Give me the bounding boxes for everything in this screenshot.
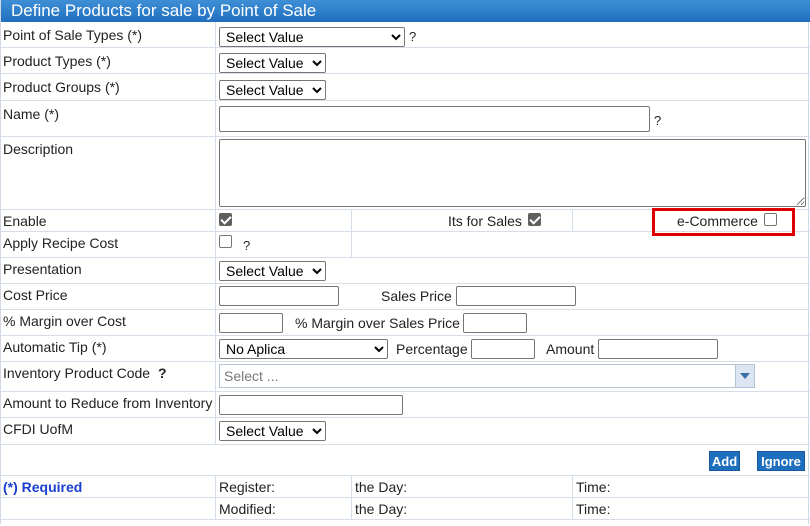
row-cfdi-uofm: CFDI UofM Select Value — [1, 418, 810, 445]
pos-types-label: Point of Sale Types (*) — [3, 27, 143, 43]
required-note: (*) Required — [3, 479, 83, 495]
row-prices: Cost Price Sales Price — [1, 284, 810, 310]
apply-recipe-cost-label: Apply Recipe Cost — [3, 235, 119, 251]
product-types-select[interactable]: Select Value — [219, 53, 326, 73]
cfdi-uofm-label: CFDI UofM — [3, 421, 73, 437]
register-day-label: the Day: — [355, 479, 408, 495]
description-label: Description — [3, 141, 74, 157]
chevron-down-icon[interactable] — [735, 365, 754, 387]
register-label: Register: — [219, 479, 276, 495]
margin-sales-label: % Margin over Sales Price — [295, 315, 460, 331]
amount-label: Amount — [546, 341, 595, 357]
product-types-label: Product Types (*) — [3, 53, 111, 69]
sales-price-label: Sales Price — [381, 288, 452, 304]
add-button[interactable]: Add — [709, 451, 740, 471]
inventory-code-combobox[interactable]: Select ... — [219, 364, 755, 388]
modified-time-label: Time: — [576, 501, 611, 517]
name-input[interactable] — [219, 106, 650, 132]
enable-label: Enable — [3, 213, 47, 229]
reduce-inventory-input[interactable] — [219, 395, 403, 415]
row-automatic-tip: Automatic Tip (*) No Aplica Percentage A… — [1, 336, 810, 362]
row-name: Name (*) ? — [1, 101, 810, 137]
row-inventory-code: Inventory Product Code ? Select ... — [1, 362, 810, 392]
pos-types-select[interactable]: Select Value — [219, 27, 405, 47]
automatic-tip-select[interactable]: No Aplica — [219, 339, 388, 359]
register-time-label: Time: — [576, 479, 611, 495]
sales-price-input[interactable] — [456, 286, 576, 306]
cfdi-uofm-select[interactable]: Select Value — [219, 421, 326, 441]
row-footer-modified: Modified: the Day: Time: — [1, 498, 810, 520]
name-help-icon[interactable]: ? — [654, 113, 661, 128]
row-product-types: Product Types (*) Select Value — [1, 48, 810, 74]
row-product-groups: Product Groups (*) Select Value — [1, 74, 810, 101]
margin-cost-input[interactable] — [219, 313, 283, 333]
reduce-inventory-label: Amount to Reduce from Inventory — [3, 395, 213, 411]
inventory-code-help-icon[interactable]: ? — [158, 365, 167, 381]
cost-price-label: Cost Price — [3, 287, 68, 303]
row-pos-types: Point of Sale Types (*) Select Value ? — [1, 22, 810, 48]
margin-cost-label: % Margin over Cost — [3, 313, 126, 329]
name-label: Name (*) — [3, 106, 60, 122]
enable-checkbox[interactable] — [219, 213, 232, 226]
apply-recipe-cost-checkbox[interactable] — [219, 235, 232, 248]
row-reduce-inventory: Amount to Reduce from Inventory — [1, 392, 810, 418]
row-apply-recipe-cost: Apply Recipe Cost ? — [1, 232, 810, 258]
product-groups-select[interactable]: Select Value — [219, 80, 326, 100]
modified-label: Modified: — [219, 501, 276, 517]
row-footer-register: (*) Required Register: the Day: Time: — [1, 476, 810, 498]
presentation-label: Presentation — [3, 261, 82, 277]
inventory-code-label: Inventory Product Code — [3, 365, 151, 381]
amount-input[interactable] — [598, 339, 718, 359]
row-description: Description — [1, 137, 810, 210]
modified-day-label: the Day: — [355, 501, 408, 517]
row-presentation: Presentation Select Value — [1, 258, 810, 284]
product-groups-label: Product Groups (*) — [3, 79, 120, 95]
form-window: Define Products for sale by Point of Sal… — [0, 0, 810, 524]
margin-sales-input[interactable] — [463, 313, 527, 333]
row-actions: Add Ignore — [1, 445, 810, 476]
its-for-sales-label: Its for Sales — [448, 213, 522, 229]
form-title: Define Products for sale by Point of Sal… — [1, 0, 810, 22]
row-margins: % Margin over Cost % Margin over Sales P… — [1, 310, 810, 336]
ignore-button[interactable]: Ignore — [757, 451, 805, 471]
percentage-label: Percentage — [396, 341, 468, 357]
description-textarea[interactable] — [219, 139, 806, 207]
cost-price-input[interactable] — [219, 286, 339, 306]
its-for-sales-checkbox[interactable] — [528, 213, 541, 226]
apply-recipe-cost-help-icon[interactable]: ? — [243, 238, 250, 253]
percentage-input[interactable] — [471, 339, 535, 359]
pos-types-help-icon[interactable]: ? — [409, 29, 416, 44]
presentation-select[interactable]: Select Value — [219, 261, 326, 281]
inventory-code-placeholder: Select ... — [224, 368, 279, 384]
automatic-tip-label: Automatic Tip (*) — [3, 339, 107, 355]
